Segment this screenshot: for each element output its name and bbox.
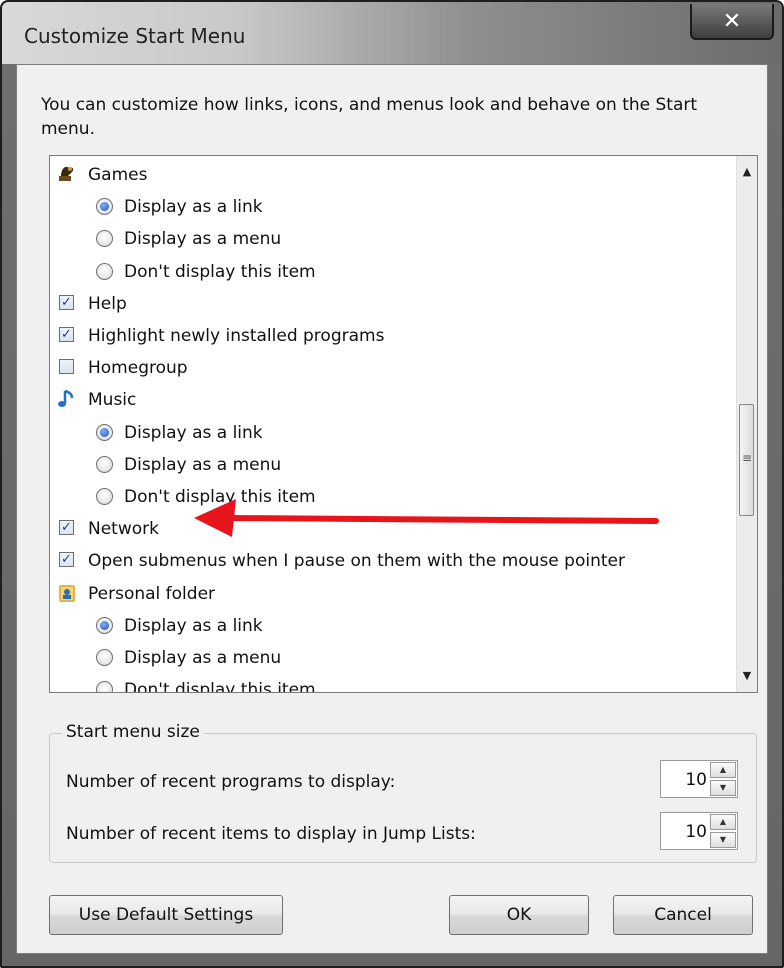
checkbox-checked-icon[interactable]: ✓ <box>59 552 74 568</box>
recent-programs-spinner[interactable]: 10 ▲ ▼ <box>660 760 738 798</box>
group-label: Start menu size <box>62 722 204 742</box>
cancel-button[interactable]: Cancel <box>613 895 753 935</box>
scroll-up-button[interactable]: ▲ <box>737 162 757 182</box>
description-text: You can customize how links, icons, and … <box>41 95 698 139</box>
grip-icon: ≡ <box>742 451 753 465</box>
radio-icon[interactable] <box>96 649 113 666</box>
personal-folder-icon <box>56 582 78 604</box>
option-label: Don't display this item <box>124 680 316 693</box>
dialog-title: Customize Start Menu <box>24 24 246 48</box>
spin-down-button[interactable]: ▼ <box>710 780 736 796</box>
option-label: Games <box>88 165 148 185</box>
dialog-window: Customize Start Menu ✕ You can customize… <box>0 0 784 968</box>
music-icon <box>56 388 78 410</box>
radio-selected-icon[interactable] <box>96 198 113 216</box>
spinner-arrows: ▲ ▼ <box>710 762 736 796</box>
scroll-down-button[interactable]: ▼ <box>737 666 757 686</box>
option-label: Display as a menu <box>124 648 282 668</box>
radio-icon[interactable] <box>96 230 113 248</box>
spin-up-button[interactable]: ▲ <box>710 762 736 778</box>
option-label: Help <box>88 293 127 314</box>
radio-icon[interactable] <box>96 455 113 473</box>
radio-icon[interactable] <box>96 488 113 505</box>
jump-lists-value[interactable]: 10 <box>685 822 707 842</box>
jump-lists-spinner[interactable]: 10 ▲ ▼ <box>660 812 738 850</box>
spin-up-button[interactable]: ▲ <box>710 814 736 830</box>
close-icon: ✕ <box>722 9 742 34</box>
checkbox-checked-icon[interactable]: ✓ <box>59 327 74 342</box>
games-icon <box>56 163 78 185</box>
close-button[interactable]: ✕ <box>690 4 774 40</box>
option-label: Display as a menu <box>124 454 282 475</box>
dialog-body: You can customize how links, icons, and … <box>16 64 768 954</box>
option-label: Don't display this item <box>124 487 316 507</box>
option-label: Open submenus when I pause on them with … <box>88 551 625 572</box>
jump-lists-label: Number of recent items to display in Jum… <box>66 824 476 844</box>
radio-selected-icon[interactable] <box>96 616 113 634</box>
option-label: Highlight newly installed programs <box>88 326 385 346</box>
option-label: Display as a link <box>124 422 263 443</box>
ok-button[interactable]: OK <box>449 895 589 935</box>
option-label: Personal folder <box>88 583 216 604</box>
option-label: Network <box>88 519 159 540</box>
checkbox-icon[interactable] <box>59 359 74 375</box>
start-menu-options-list[interactable]: Games Display as a link Display as a menu D… <box>49 155 758 693</box>
spinner-arrows: ▲ ▼ <box>710 814 736 848</box>
option-label: Music <box>88 390 137 411</box>
radio-icon[interactable] <box>96 262 113 280</box>
option-label: Display as a link <box>124 197 263 218</box>
option-label: Homegroup <box>88 358 188 379</box>
radio-selected-icon[interactable] <box>96 423 113 441</box>
option-label: Display as a link <box>124 615 263 636</box>
recent-programs-value[interactable]: 10 <box>685 770 707 790</box>
radio-icon[interactable] <box>96 681 113 692</box>
list-scrollbar[interactable]: ▲ ≡ ▼ <box>736 156 757 692</box>
checkbox-checked-icon[interactable]: ✓ <box>59 294 74 310</box>
option-label: Display as a menu <box>124 229 282 250</box>
scroll-thumb[interactable]: ≡ <box>739 404 754 516</box>
title-bar[interactable]: Customize Start Menu ✕ <box>2 2 782 64</box>
use-default-settings-button[interactable]: Use Default Settings <box>49 895 283 935</box>
start-menu-size-group: Start menu size Number of recent program… <box>49 722 757 863</box>
checkbox-checked-icon[interactable]: ✓ <box>59 520 74 536</box>
option-label: Don't display this item <box>124 261 316 282</box>
recent-programs-label: Number of recent programs to display: <box>66 772 396 792</box>
spin-down-button[interactable]: ▼ <box>710 832 736 848</box>
